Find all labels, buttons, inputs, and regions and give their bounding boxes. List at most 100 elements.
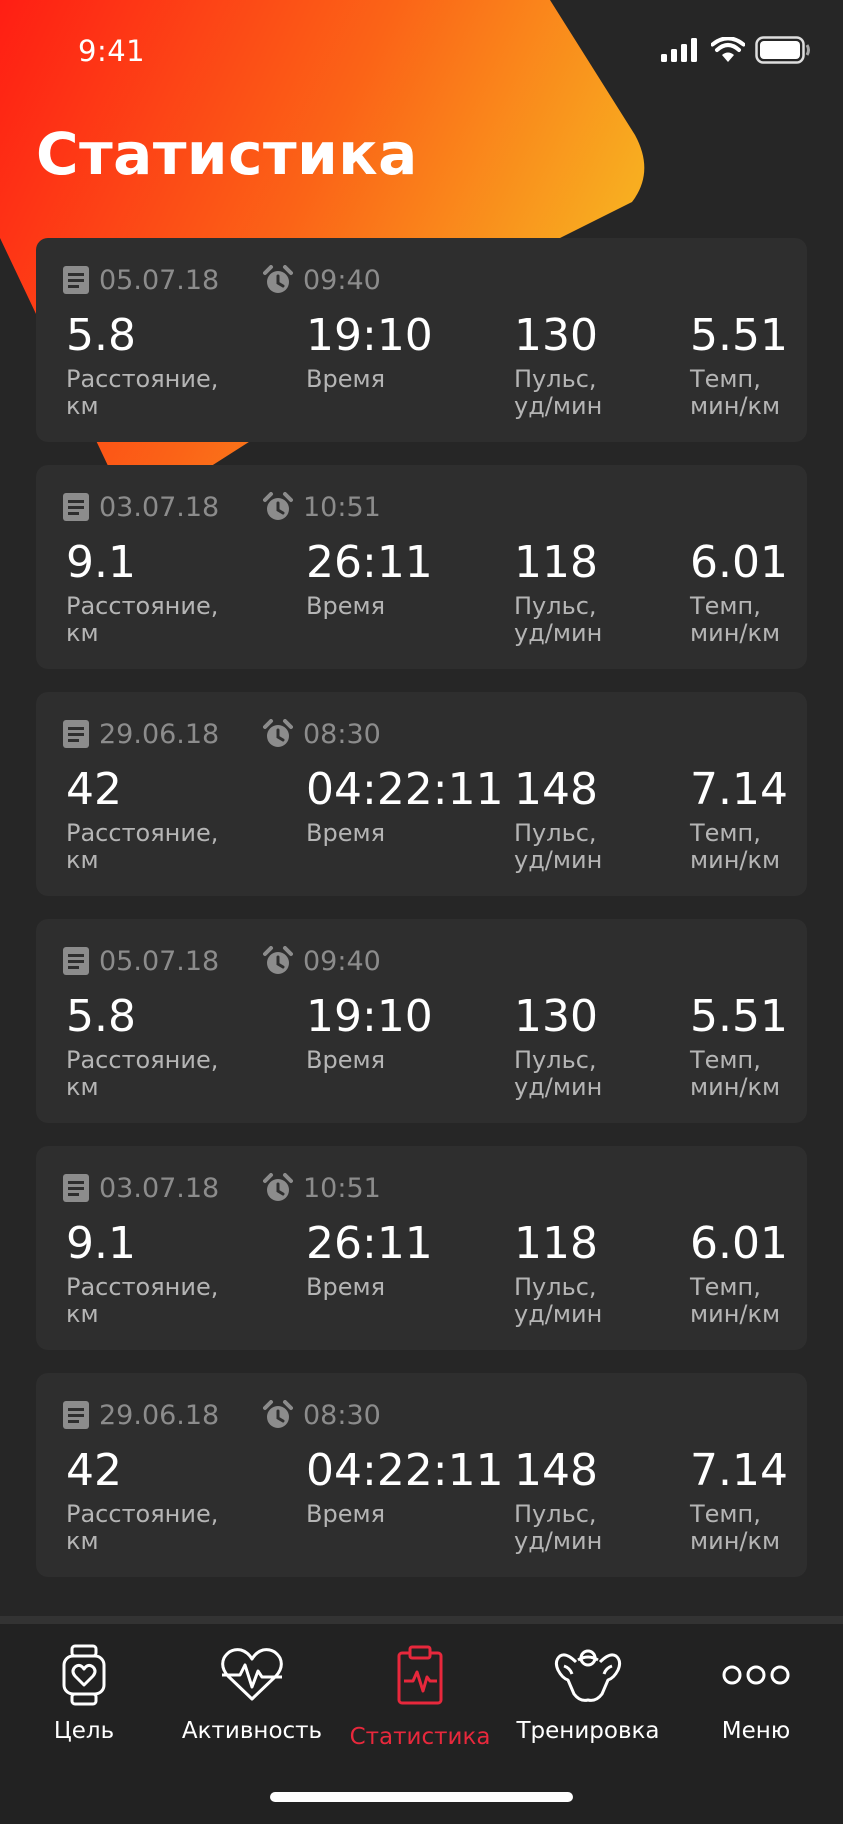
tab-label: Меню (721, 1718, 791, 1744)
workout-card[interactable]: 29.06.18 08:30 42 Расстояние, км 04:22:11 Вре… (36, 1373, 807, 1577)
distance-label: Расстояние, км (66, 592, 219, 647)
page-title: Статистика (36, 120, 418, 188)
tab-label: Активность (181, 1718, 323, 1744)
pulse-value: 118 (514, 537, 598, 588)
pace-value: 5.51 (690, 991, 788, 1042)
workout-list[interactable]: 05.07.18 09:40 5.8 Расстояние, км 19:10 Время… (36, 238, 807, 1600)
duration-metric: 04:22:11 Время (306, 1443, 504, 1528)
pulse-metric: 148 Пульс, уд/мин (514, 1443, 602, 1555)
distance-value: 5.8 (66, 991, 136, 1042)
distance-metric: 9.1 Расстояние, км (66, 1216, 218, 1328)
alarm-clock-icon (263, 1400, 293, 1428)
pulse-label: Пульс, уд/мин (514, 819, 603, 874)
status-icons (661, 36, 811, 64)
workout-time-text: 10:51 (303, 1172, 381, 1204)
workout-start-time: 10:51 (263, 492, 381, 523)
tab-training[interactable]: Тренировка (504, 1638, 672, 1744)
duration-label: Время (306, 592, 386, 620)
workout-start-time: 09:40 (263, 946, 381, 977)
distance-metric: 42 Расстояние, км (66, 762, 218, 874)
pulse-label: Пульс, уд/мин (514, 1273, 603, 1328)
workout-meta: 29.06.18 08:30 (63, 1397, 381, 1433)
document-icon (63, 947, 89, 975)
distance-label: Расстояние, км (66, 1500, 219, 1555)
alarm-clock-icon (263, 1173, 293, 1201)
pulse-metric: 130 Пульс, уд/мин (514, 308, 602, 420)
workout-date-text: 05.07.18 (99, 945, 220, 977)
tab-label: Тренировка (516, 1718, 660, 1744)
workout-meta: 03.07.18 10:51 (63, 489, 381, 525)
wifi-icon (711, 37, 745, 62)
tab-label: Цель (53, 1718, 115, 1744)
flexed-arms-icon (554, 1649, 622, 1702)
pulse-value: 118 (514, 1218, 598, 1269)
tab-statistics[interactable]: Статистика (336, 1638, 504, 1750)
duration-value: 26:11 (306, 1218, 433, 1269)
duration-value: 26:11 (306, 537, 433, 588)
workout-card[interactable]: 05.07.18 09:40 5.8 Расстояние, км 19:10 Время… (36, 919, 807, 1123)
tab-menu[interactable]: Меню (672, 1638, 840, 1744)
duration-label: Время (306, 819, 386, 847)
status-time: 9:41 (78, 34, 146, 68)
duration-metric: 26:11 Время (306, 1216, 433, 1301)
pulse-value: 130 (514, 991, 598, 1042)
pace-value: 6.01 (690, 537, 788, 588)
pulse-label: Пульс, уд/мин (514, 1500, 603, 1555)
status-bar: 9:41 (0, 0, 843, 104)
workout-time-text: 08:30 (303, 1399, 381, 1431)
pulse-value: 148 (514, 764, 598, 815)
pulse-metric: 148 Пульс, уд/мин (514, 762, 602, 874)
workout-start-time: 08:30 (263, 719, 381, 750)
distance-value: 5.8 (66, 310, 136, 361)
alarm-clock-icon (263, 719, 293, 747)
alarm-clock-icon (263, 265, 293, 293)
workout-start-time: 09:40 (263, 265, 381, 296)
pace-metric: 5.51 Темп, мин/км (690, 989, 788, 1101)
tab-label: Статистика (349, 1724, 491, 1750)
home-indicator[interactable] (270, 1792, 573, 1802)
duration-metric: 26:11 Время (306, 535, 433, 620)
heart-pulse-icon (221, 1648, 283, 1701)
workout-meta: 05.07.18 09:40 (63, 943, 381, 979)
workout-date-text: 29.06.18 (99, 718, 220, 750)
workout-time-text: 09:40 (303, 945, 381, 977)
document-icon (63, 1401, 89, 1429)
pulse-metric: 118 Пульс, уд/мин (514, 535, 602, 647)
workout-card[interactable]: 05.07.18 09:40 5.8 Расстояние, км 19:10 Время… (36, 238, 807, 442)
watch-heart-icon (62, 1644, 106, 1706)
workout-card[interactable]: 29.06.18 08:30 42 Расстояние, км 04:22:11 Вре… (36, 692, 807, 896)
pace-metric: 6.01 Темп, мин/км (690, 535, 788, 647)
workout-card[interactable]: 03.07.18 10:51 9.1 Расстояние, км 26:11 Время… (36, 465, 807, 669)
workout-start-time: 10:51 (263, 1173, 381, 1204)
workout-meta: 03.07.18 10:51 (63, 1170, 381, 1206)
duration-metric: 19:10 Время (306, 308, 433, 393)
document-icon (63, 720, 89, 748)
duration-value: 04:22:11 (306, 1445, 504, 1496)
distance-label: Расстояние, км (66, 1273, 219, 1328)
document-icon (63, 266, 89, 294)
duration-label: Время (306, 365, 386, 393)
pace-label: Темп, мин/км (690, 365, 781, 420)
pace-label: Темп, мин/км (690, 1500, 781, 1555)
duration-metric: 19:10 Время (306, 989, 433, 1074)
workout-date: 29.06.18 (63, 1400, 263, 1431)
pulse-metric: 118 Пульс, уд/мин (514, 1216, 602, 1328)
workout-date-text: 29.06.18 (99, 1399, 220, 1431)
distance-metric: 5.8 Расстояние, км (66, 989, 218, 1101)
duration-label: Время (306, 1500, 386, 1528)
duration-value: 04:22:11 (306, 764, 504, 815)
workout-meta: 29.06.18 08:30 (63, 716, 381, 752)
pace-metric: 7.14 Темп, мин/км (690, 762, 788, 874)
pace-metric: 6.01 Темп, мин/км (690, 1216, 788, 1328)
pulse-label: Пульс, уд/мин (514, 1046, 603, 1101)
pace-value: 7.14 (690, 1445, 788, 1496)
tab-activity[interactable]: Активность (168, 1638, 336, 1744)
workout-card[interactable]: 03.07.18 10:51 9.1 Расстояние, км 26:11 Время… (36, 1146, 807, 1350)
workout-time-text: 08:30 (303, 718, 381, 750)
tab-goal[interactable]: Цель (0, 1638, 168, 1744)
workout-time-text: 10:51 (303, 491, 381, 523)
pace-label: Темп, мин/км (690, 592, 781, 647)
distance-metric: 5.8 Расстояние, км (66, 308, 218, 420)
pulse-value: 148 (514, 1445, 598, 1496)
pace-value: 5.51 (690, 310, 788, 361)
